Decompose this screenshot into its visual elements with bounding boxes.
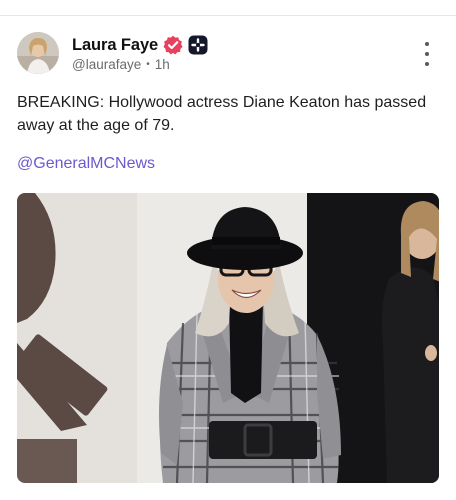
author-name-row: Laura Faye <box>72 35 208 55</box>
post-timestamp: 1h <box>154 57 170 72</box>
more-vertical-icon[interactable] <box>417 42 437 66</box>
author-name[interactable]: Laura Faye <box>72 36 158 55</box>
avatar[interactable] <box>17 32 59 74</box>
post-image[interactable] <box>17 193 439 483</box>
top-divider <box>0 15 456 16</box>
verified-badge-icon <box>163 35 183 55</box>
post-text: BREAKING: Hollywood actress Diane Keaton… <box>17 94 427 134</box>
plus-badge-icon <box>188 35 208 55</box>
meta-separator: • <box>146 59 150 70</box>
mention-link[interactable]: @GeneralMCNews <box>17 155 155 173</box>
author-handle[interactable]: @laurafaye <box>72 57 141 72</box>
post-header: Laura Faye @laurafaye • 1h <box>17 32 439 76</box>
author-meta: @laurafaye • 1h <box>72 57 170 72</box>
